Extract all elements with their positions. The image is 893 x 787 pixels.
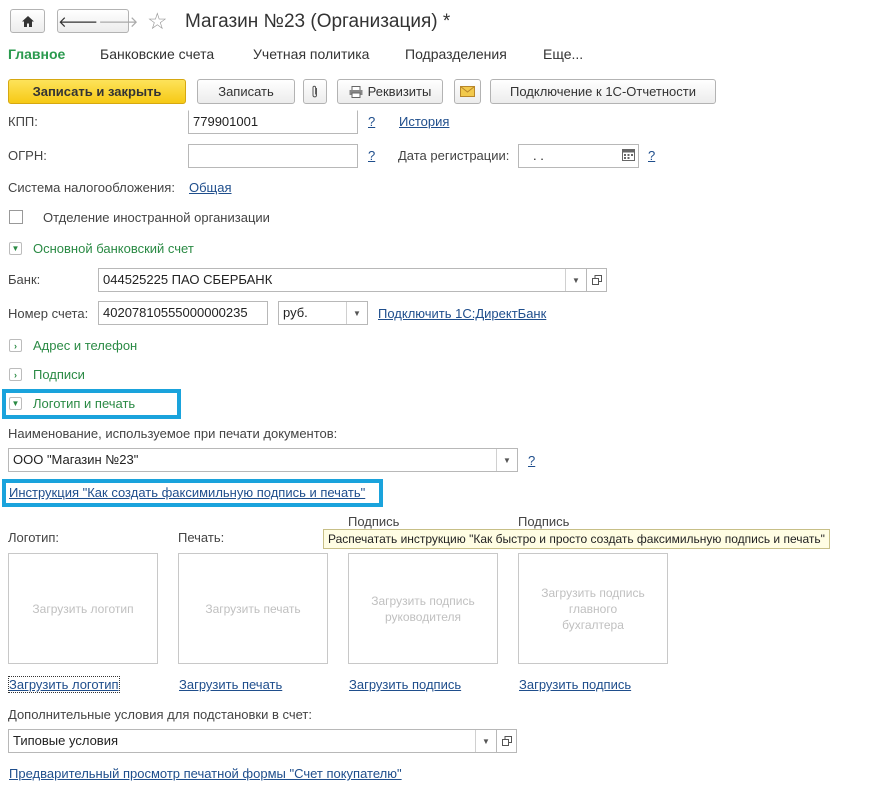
chevron-right-icon: › (9, 339, 22, 352)
calendar-icon[interactable] (622, 149, 635, 164)
ogrn-help[interactable]: ? (368, 148, 375, 163)
star-icon[interactable]: ☆ (147, 8, 168, 35)
navigation-buttons: 🡐 🡒 (57, 9, 138, 33)
print-name-value: ООО "Магазин №23" (13, 452, 139, 467)
bank-open-button[interactable] (587, 268, 607, 292)
tab-subdivisions[interactable]: Подразделения (405, 46, 507, 62)
logo-group-title: Логотип и печать (33, 396, 136, 411)
tab-bank-accounts[interactable]: Банковские счета (100, 46, 214, 62)
instruction-link[interactable]: Инструкция "Как создать факсимильную под… (9, 485, 365, 500)
foreign-org-checkbox[interactable] (9, 210, 23, 224)
kpp-help[interactable]: ? (368, 114, 375, 129)
address-group-header[interactable]: › Адрес и телефон (9, 338, 137, 353)
conditions-value: Типовые условия (13, 733, 119, 748)
attachments-button[interactable] (303, 79, 327, 104)
conditions-label: Дополнительные условия для подстановки в… (8, 707, 312, 722)
accountant-signature-title: Подпись (518, 514, 570, 529)
director-signature-upload-area[interactable]: Загрузить подпись руководителя (348, 553, 498, 664)
account-label: Номер счета: (8, 306, 89, 321)
open-window-icon (501, 736, 512, 746)
tax-system-link[interactable]: Общая (189, 180, 232, 195)
home-icon (21, 15, 34, 27)
upload-accountant-signature-link[interactable]: Загрузить подпись (519, 677, 631, 692)
upload-director-signature-link[interactable]: Загрузить подпись (349, 677, 461, 692)
save-button[interactable]: Записать (197, 79, 295, 104)
accountant-signature-upload-area[interactable]: Загрузить подпись главного бухгалтера (518, 553, 668, 664)
home-button[interactable] (10, 9, 45, 33)
stamp-title: Печать: (178, 530, 225, 545)
kpp-input[interactable]: 779901001 (188, 110, 358, 134)
arrow-left-icon[interactable]: 🡐 (58, 12, 98, 31)
save-and-close-button[interactable]: Записать и закрыть (8, 79, 186, 104)
currency-select[interactable]: руб. ▼ (278, 301, 368, 325)
conditions-select[interactable]: Типовые условия ▼ (8, 729, 497, 753)
bank-label: Банк: (8, 272, 41, 287)
account-input[interactable]: 40207810555000000235 (98, 301, 268, 325)
chevron-right-icon: › (9, 368, 22, 381)
bank-group-header[interactable]: ▼ Основной банковский счет (9, 241, 194, 256)
signatures-group-header[interactable]: › Подписи (9, 367, 85, 382)
history-link[interactable]: История (399, 114, 449, 129)
tab-accounting-policy[interactable]: Учетная политика (253, 46, 369, 62)
chevron-down-icon: ▼ (9, 397, 22, 410)
open-window-icon (591, 275, 602, 285)
logo-upload-area[interactable]: Загрузить логотип (8, 553, 158, 664)
dropdown-arrow-icon[interactable]: ▼ (565, 269, 586, 291)
details-label: Реквизиты (367, 84, 432, 99)
print-name-help[interactable]: ? (528, 453, 535, 468)
arrow-right-icon[interactable]: 🡒 (98, 12, 138, 31)
tab-main[interactable]: Главное (8, 46, 65, 62)
upload-stamp-link[interactable]: Загрузить печать (179, 677, 282, 692)
save-label: Записать (218, 84, 274, 99)
conditions-open-button[interactable] (497, 729, 517, 753)
directbank-link[interactable]: Подключить 1С:ДиректБанк (378, 306, 546, 321)
logo-group-header[interactable]: ▼ Логотип и печать (9, 396, 135, 411)
director-signature-title: Подпись (348, 514, 400, 529)
upload-logo-link[interactable]: Загрузить логотип (8, 676, 120, 693)
tab-more[interactable]: Еще... (543, 46, 583, 62)
save-and-close-label: Записать и закрыть (32, 84, 162, 99)
window-title: Магазин №23 (Организация) * (185, 11, 451, 32)
stamp-upload-area[interactable]: Загрузить печать (178, 553, 328, 664)
signatures-group-title: Подписи (33, 367, 85, 382)
reg-date-label: Дата регистрации: (398, 148, 510, 163)
email-button[interactable] (454, 79, 481, 104)
instruction-tooltip: Распечатать инструкцию "Как быстро и про… (323, 529, 830, 549)
kpp-label: КПП: (8, 114, 38, 129)
chevron-down-icon: ▼ (9, 242, 22, 255)
connect-reporting-label: Подключение к 1С-Отчетности (509, 84, 696, 99)
print-name-select[interactable]: ООО "Магазин №23" ▼ (8, 448, 518, 472)
dropdown-arrow-icon[interactable]: ▼ (475, 730, 496, 752)
bank-select[interactable]: 044525225 ПАО СБЕРБАНК ▼ (98, 268, 587, 292)
reg-date-value: . . (533, 148, 544, 163)
dropdown-arrow-icon[interactable]: ▼ (346, 302, 367, 324)
address-group-title: Адрес и телефон (33, 338, 138, 353)
currency-value: руб. (283, 305, 308, 320)
ogrn-label: ОГРН: (8, 148, 47, 163)
bank-value: 044525225 ПАО СБЕРБАНК (103, 272, 273, 287)
logo-title: Логотип: (8, 530, 60, 545)
paperclip-icon (312, 85, 317, 97)
envelope-icon (460, 86, 475, 97)
connect-reporting-button[interactable]: Подключение к 1С-Отчетности (490, 79, 716, 104)
tax-system-label: Система налогообложения: (8, 180, 175, 195)
bank-group-title: Основной банковский счет (33, 241, 194, 256)
reg-date-help[interactable]: ? (648, 148, 655, 163)
print-name-label: Наименование, используемое при печати до… (8, 426, 338, 441)
ogrn-input[interactable] (188, 144, 358, 168)
foreign-org-label: Отделение иностранной организации (43, 210, 270, 225)
details-button[interactable]: Реквизиты (337, 79, 443, 104)
printer-icon (349, 85, 363, 98)
dropdown-arrow-icon[interactable]: ▼ (496, 449, 517, 471)
preview-print-form-link[interactable]: Предварительный просмотр печатной формы … (9, 766, 402, 781)
reg-date-input[interactable]: . . (518, 144, 639, 168)
